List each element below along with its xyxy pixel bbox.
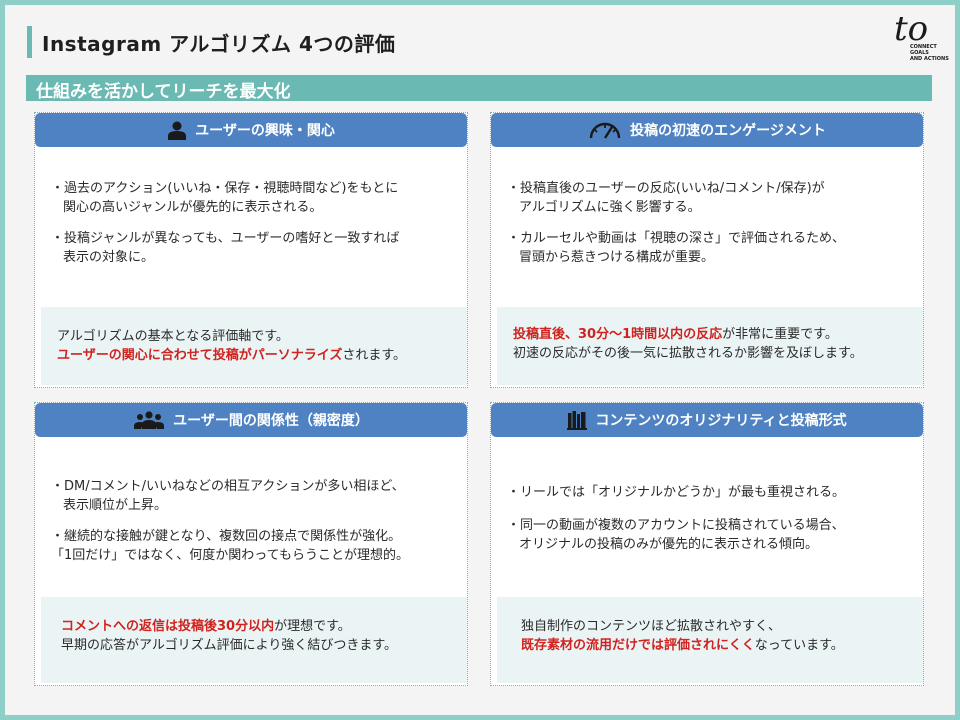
- bullet-item: ・カルーセルや動画は「視聴の深さ」で評価されるため、 冒頭から惹きつける構成が重要…: [507, 231, 846, 265]
- card-header: コンテンツのオリジナリティと投稿形式: [491, 403, 923, 437]
- bullet-item: ・継続的な接触が鍵となり、複数回の接点で関係性が強化。 「1回だけ」ではなく、何度…: [51, 529, 409, 563]
- bullet-list: ・DM/コメント/いいねなどの相互アクションが多い相ほど、 表示順位が上昇。 ・継…: [51, 477, 457, 577]
- summary-box: コメントへの返信は投稿後30分以内が理想です。 早期の応答がアルゴリズム評価によ…: [41, 597, 467, 683]
- card-header: ユーザー間の関係性（親密度）: [35, 403, 467, 437]
- card-title: ユーザー間の関係性（親密度）: [173, 413, 369, 429]
- summary-box: アルゴリズムの基本となる評価軸です。 ユーザーの関心に合わせて投稿がパーソナライ…: [41, 307, 467, 385]
- group-icon: [133, 410, 165, 430]
- page-title: Instagram アルゴリズム 4つの評価: [42, 32, 396, 56]
- summary-box: 投稿直後、30分～1時間以内の反応が非常に重要です。 初速の反応がその後一気に拡…: [497, 307, 923, 385]
- bullet-list: ・リールでは「オリジナルかどうか」が最も重視される。 ・同一の動画が複数のアカウ…: [507, 483, 913, 566]
- summary-box: 独自制作のコンテンツほど拡散されやすく、 既存素材の流用だけでは評価されにくくな…: [497, 597, 923, 683]
- card-title: ユーザーの興味・関心: [195, 123, 335, 139]
- logo-tagline: CONNECT GOALS AND ACTIONS: [910, 44, 949, 62]
- bullet-item: ・投稿ジャンルが異なっても、ユーザーの嗜好と一致すれば 表示の対象に。: [51, 231, 400, 265]
- card-originality: コンテンツのオリジナリティと投稿形式 ・リールでは「オリジナルかどうか」が最も重…: [490, 402, 924, 686]
- card-title: 投稿の初速のエンゲージメント: [630, 123, 826, 139]
- card-user-interest: ユーザーの興味・関心 ・過去のアクション(いいね・保存・視聴時間など)をもとに関…: [34, 112, 468, 388]
- title-accent-bar: [27, 26, 32, 58]
- speedometer-icon: [588, 120, 622, 140]
- bullet-list: ・投稿直後のユーザーの反応(いいね/コメント/保存)が アルゴリズムに強く影響する…: [507, 179, 913, 279]
- subtitle-banner: 仕組みを活かしてリーチを最大化: [26, 75, 932, 102]
- bullet-item: ・投稿直後のユーザーの反応(いいね/コメント/保存)が アルゴリズムに強く影響する…: [507, 181, 825, 215]
- bullet-list: ・過去のアクション(いいね・保存・視聴時間など)をもとに 関心の高いジャンルが優先…: [51, 179, 457, 279]
- subtitle-text: 仕組みを活かしてリーチを最大化: [36, 82, 291, 102]
- card-initial-engagement: 投稿の初速のエンゲージメント ・投稿直後のユーザーの反応(いいね/コメント/保存…: [490, 112, 924, 388]
- card-header: ユーザーの興味・関心: [35, 113, 467, 147]
- bullet-item: ・DM/コメント/いいねなどの相互アクションが多い相ほど、 表示順位が上昇。: [51, 479, 405, 513]
- card-user-relationship: ユーザー間の関係性（親密度） ・DM/コメント/いいねなどの相互アクションが多い…: [34, 402, 468, 686]
- person-icon: [167, 120, 187, 140]
- bookshelf-icon: [567, 410, 588, 430]
- bullet-item: ・同一の動画が複数のアカウントに投稿されている場合、 オリジナルの投稿のみが優先的…: [507, 518, 845, 552]
- logo-mark: to: [894, 9, 928, 49]
- card-header: 投稿の初速のエンゲージメント: [491, 113, 923, 147]
- bullet-item: ・リールでは「オリジナルかどうか」が最も重視される。: [507, 485, 846, 500]
- card-title: コンテンツのオリジナリティと投稿形式: [595, 413, 847, 429]
- bullet-item: ・過去のアクション(いいね・保存・視聴時間など)をもとに 関心の高いジャンルが優先…: [51, 181, 399, 215]
